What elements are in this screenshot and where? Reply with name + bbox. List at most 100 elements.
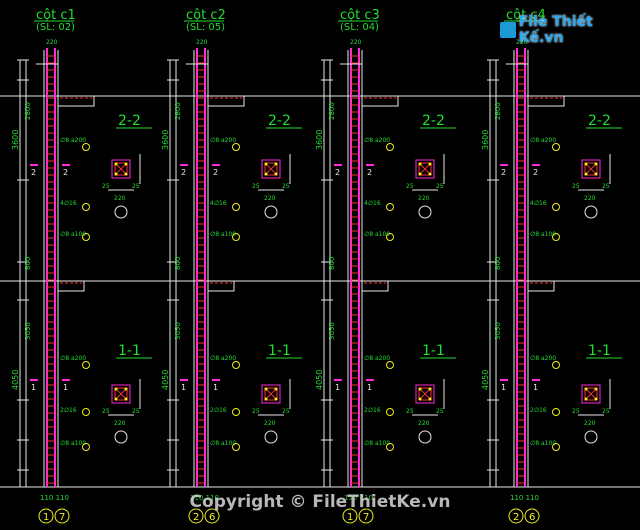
section-rebar	[124, 162, 128, 166]
axis-label: 1	[43, 512, 49, 523]
section-rebar	[124, 172, 128, 176]
dim-text: 3050	[494, 322, 502, 340]
dim-text: 220	[46, 39, 58, 46]
rebar-marker	[232, 408, 240, 416]
dim-text: 3050	[174, 322, 182, 340]
rebar-note: ∅8 a200	[364, 355, 390, 362]
dim-text: 25	[102, 408, 110, 415]
dim-text: 800	[494, 257, 502, 270]
section-title: 1-1	[588, 343, 611, 359]
dim-text: 800	[24, 257, 32, 270]
section-cut-label: 2	[501, 168, 506, 177]
rebar-note: 4∅16	[210, 200, 227, 207]
rebar-note: 2∅16	[60, 407, 77, 414]
section-cut-label: 2	[367, 168, 372, 177]
dim-text: 25	[252, 408, 260, 415]
rebar-marker	[232, 361, 240, 369]
dim-text: 25	[406, 183, 414, 190]
section-cut-label: 2	[181, 168, 186, 177]
section-rebar	[594, 162, 598, 166]
section-title: 1-1	[118, 343, 141, 359]
section-rebar	[594, 387, 598, 391]
section-rebar	[114, 387, 118, 391]
section-cut-label: 1	[335, 383, 340, 392]
dim-text: 220	[264, 420, 276, 427]
section-rebar	[418, 172, 422, 176]
rebar-marker	[82, 408, 90, 416]
section-rebar	[264, 172, 268, 176]
section-axis-bubble	[114, 205, 128, 219]
section-title: 1-1	[268, 343, 291, 359]
rebar-marker	[82, 203, 90, 211]
section-rebar	[418, 397, 422, 401]
rebar-note: ∅8 a200	[530, 355, 556, 362]
axis-label: 6	[529, 512, 535, 523]
section-axis-bubble	[114, 430, 128, 444]
logo: File Thiết Kế.vn	[500, 14, 640, 46]
rebar-note: ∅8 a200	[364, 137, 390, 144]
dim-text: 220	[418, 420, 430, 427]
rebar-marker	[386, 143, 394, 151]
cad-drawing: cột c1(SL: 02)3600405080028003050220∅8 a…	[0, 8, 640, 524]
dim-text: 2800	[494, 102, 502, 120]
dim-text: 4050	[315, 370, 324, 390]
dim-text: 800	[174, 257, 182, 270]
dim-text: 220	[264, 195, 276, 202]
rebar-marker	[386, 408, 394, 416]
section-rebar	[264, 162, 268, 166]
dim-text: 3050	[328, 322, 336, 340]
dim-text: 25	[282, 183, 290, 190]
section-title: 2-2	[588, 113, 611, 129]
dim-text: 25	[572, 183, 580, 190]
dim-text: 220	[114, 195, 126, 202]
section-axis-bubble	[418, 205, 432, 219]
dim-text: 3050	[24, 322, 32, 340]
dim-text: 220	[584, 420, 596, 427]
axis-label: 2	[513, 512, 519, 523]
section-axis-bubble	[264, 430, 278, 444]
section-rebar	[274, 172, 278, 176]
rebar-marker	[82, 361, 90, 369]
section-rebar	[114, 162, 118, 166]
section-rebar	[274, 387, 278, 391]
section-cut-label: 1	[367, 383, 372, 392]
column-quantity: (SL: 04)	[340, 22, 379, 33]
rebar-marker	[552, 143, 560, 151]
column-quantity: (SL: 05)	[186, 22, 225, 33]
rebar-note: ∅8 a200	[210, 137, 236, 144]
dim-text: 3600	[161, 130, 170, 150]
dim-text: 25	[436, 408, 444, 415]
section-rebar	[418, 387, 422, 391]
section-title: 2-2	[422, 113, 445, 129]
section-rebar	[584, 162, 588, 166]
axis-label: 6	[209, 512, 215, 523]
rebar-marker	[232, 203, 240, 211]
section-title: 2-2	[268, 113, 291, 129]
rebar-note: 2∅16	[210, 407, 227, 414]
dim-text: 25	[602, 408, 610, 415]
dim-text: 800	[328, 257, 336, 270]
section-cut-label: 2	[533, 168, 538, 177]
dim-text: 25	[282, 408, 290, 415]
axis-label: 7	[59, 512, 65, 523]
section-cut-label: 1	[31, 383, 36, 392]
section-cut-label: 2	[335, 168, 340, 177]
rebar-note: ∅8 a200	[210, 355, 236, 362]
section-rebar	[418, 162, 422, 166]
section-rebar	[594, 397, 598, 401]
section-rebar	[274, 397, 278, 401]
rebar-marker	[552, 408, 560, 416]
dim-text: 220	[350, 39, 362, 46]
section-rebar	[584, 172, 588, 176]
dim-text: 2800	[174, 102, 182, 120]
dim-text: 25	[572, 408, 580, 415]
dim-text: 3600	[11, 130, 20, 150]
axis-label: 2	[193, 512, 199, 523]
dim-text: 2800	[328, 102, 336, 120]
section-rebar	[594, 172, 598, 176]
section-rebar	[584, 387, 588, 391]
section-title: 2-2	[118, 113, 141, 129]
section-rebar	[114, 172, 118, 176]
dim-text: 25	[132, 408, 140, 415]
section-axis-bubble	[584, 430, 598, 444]
